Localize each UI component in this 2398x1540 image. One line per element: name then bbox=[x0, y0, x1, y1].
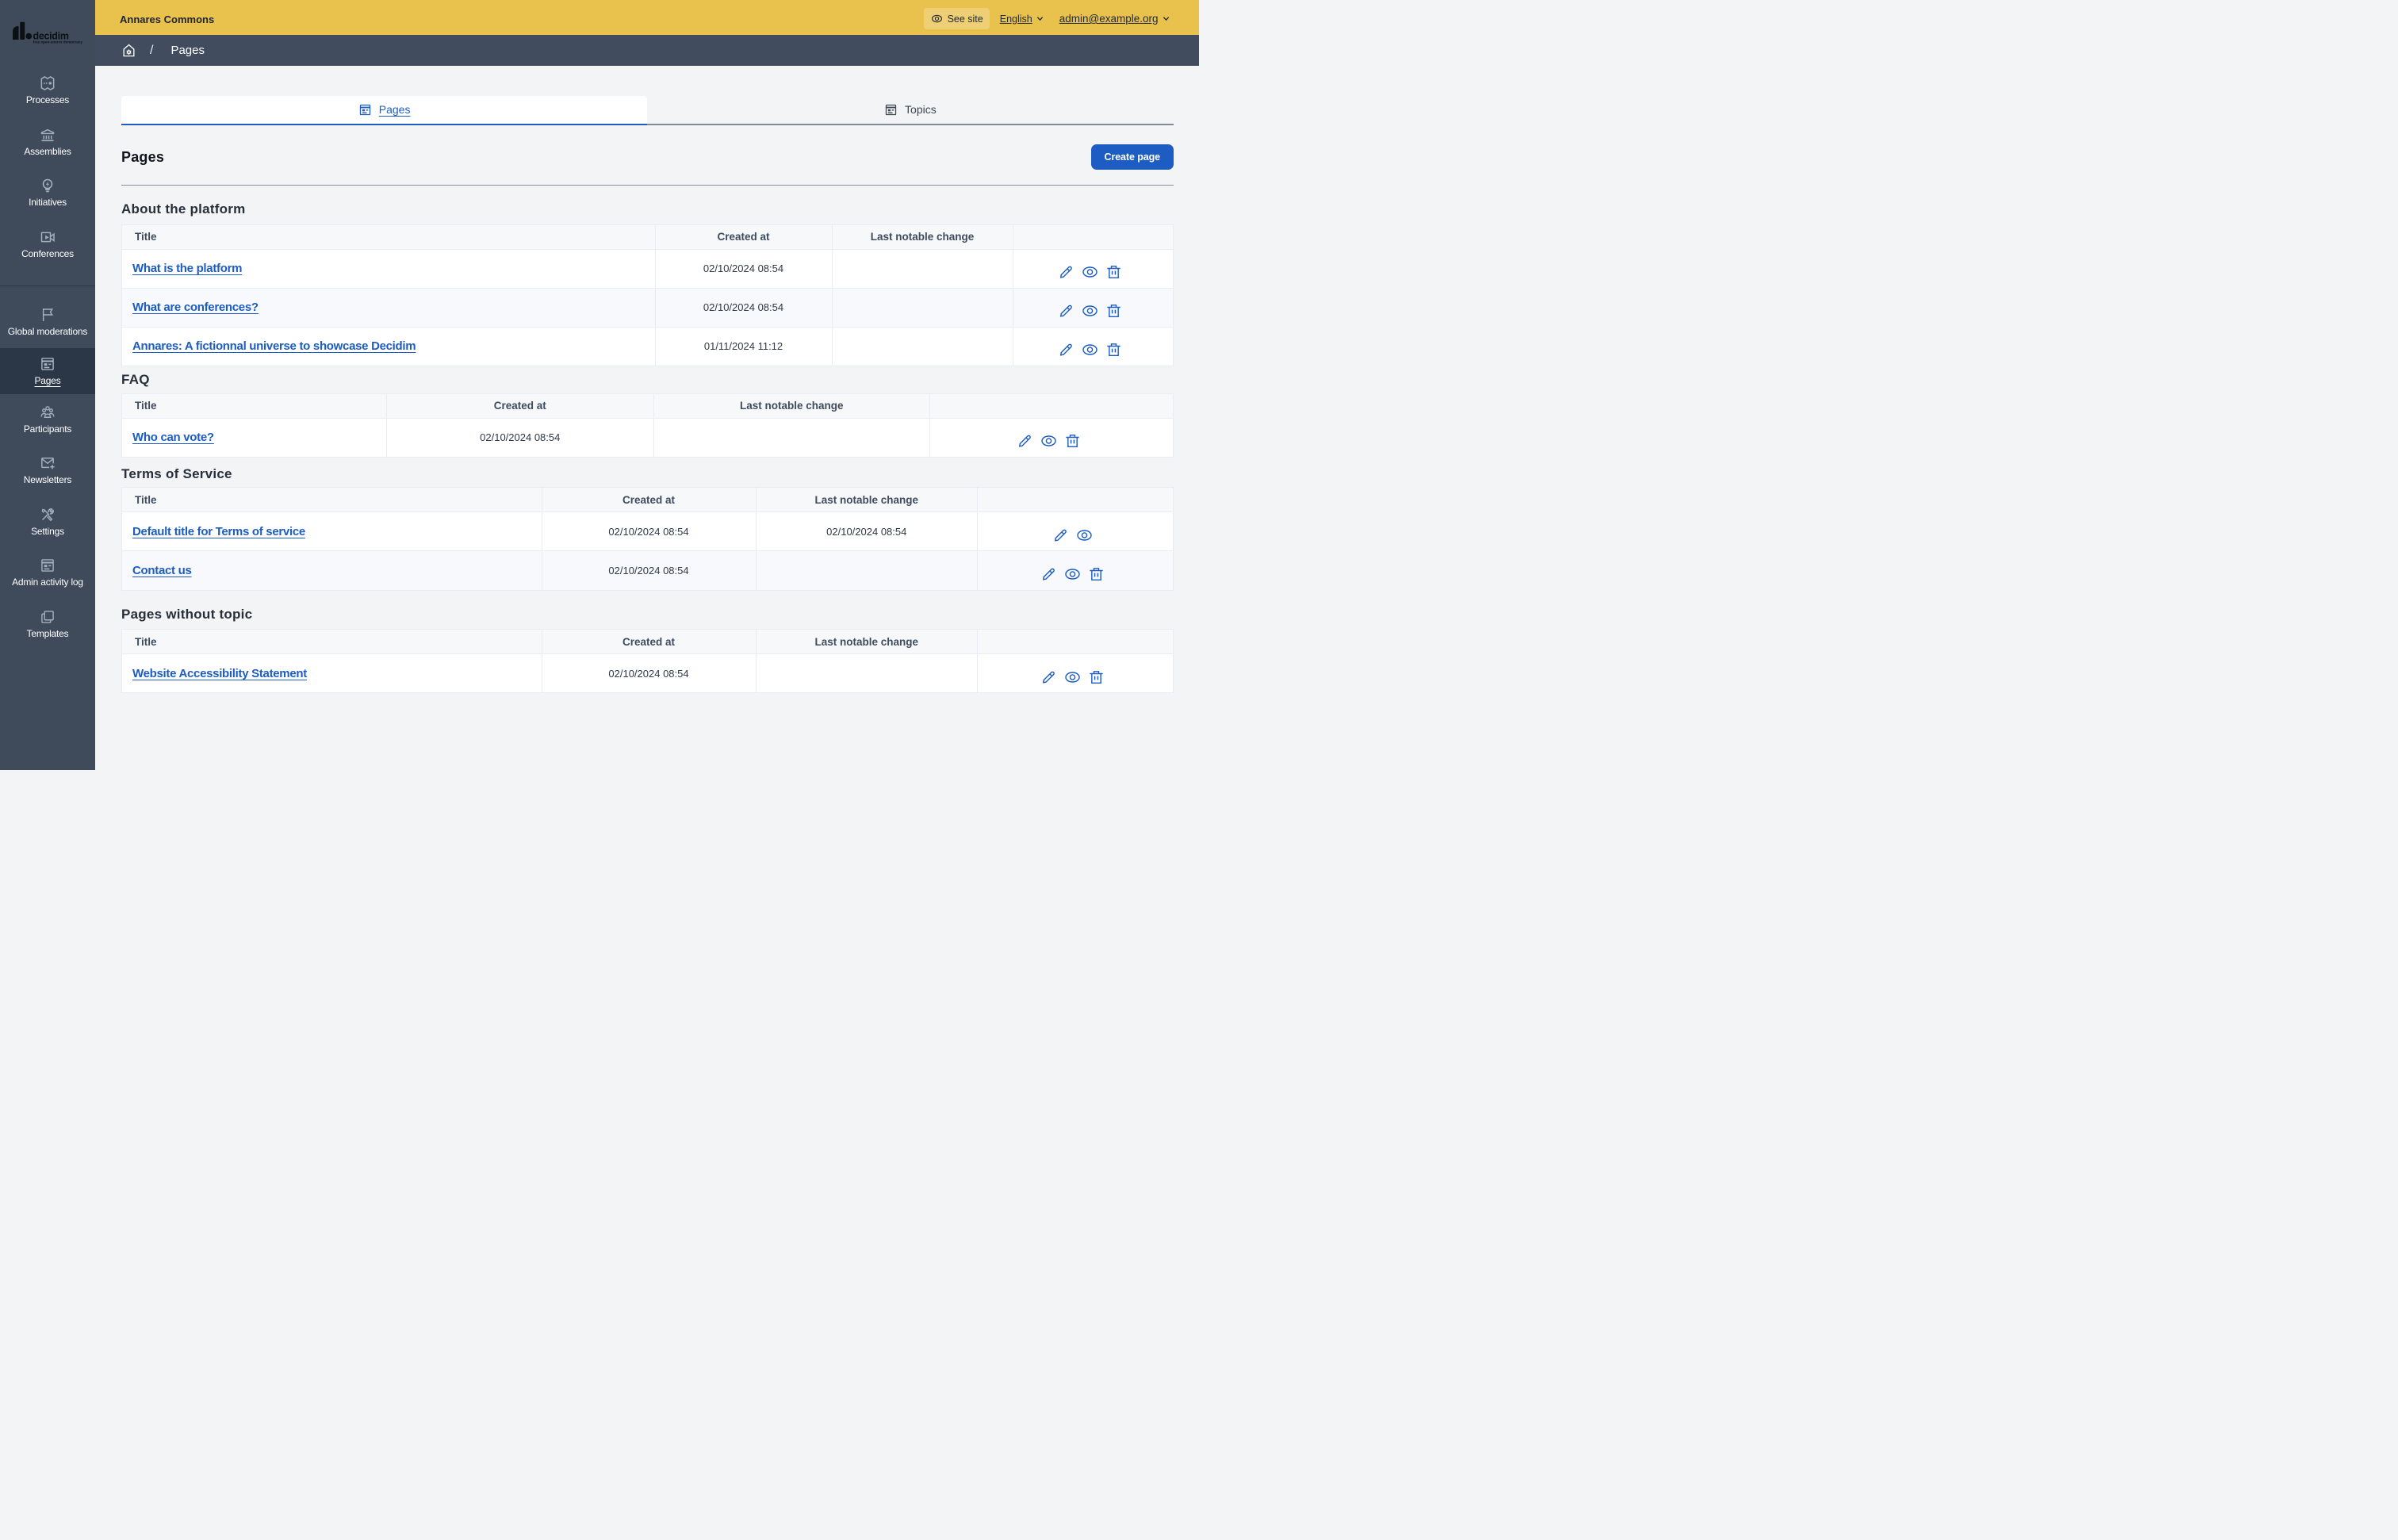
svg-text:free open-source democracy: free open-source democracy bbox=[33, 40, 83, 44]
